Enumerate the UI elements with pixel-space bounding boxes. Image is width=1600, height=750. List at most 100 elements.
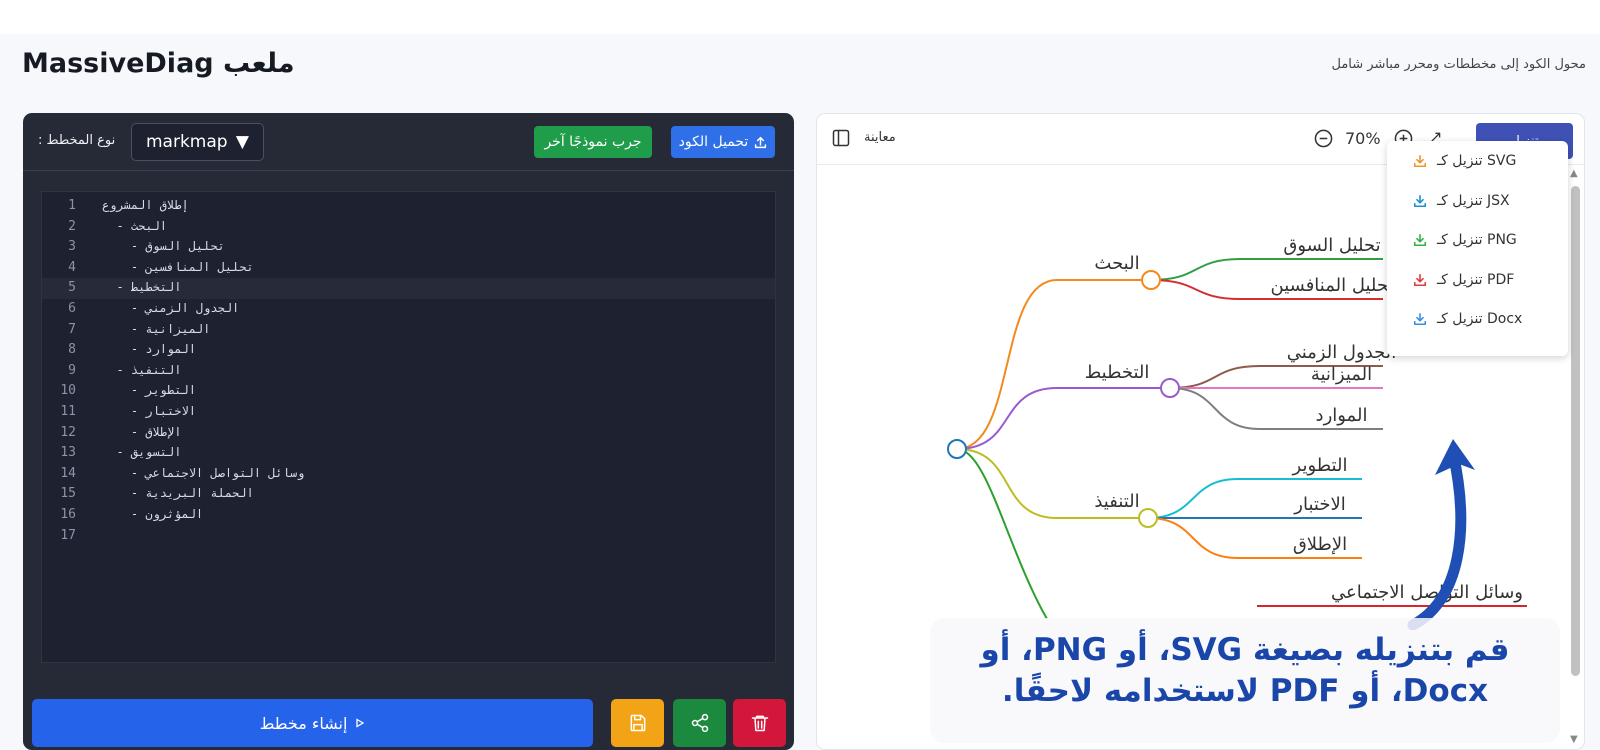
line-number: 6 [68,301,76,316]
branch-node [1141,270,1161,290]
code-text: - التنفيذ [102,362,182,377]
line-number: 1 [68,198,76,213]
download-menu-label: تنزيل كـ JSX [1437,192,1510,209]
diagram-type-value: markmap [146,132,228,152]
code-text: - تحليل السوق [102,239,225,254]
download-menu-item[interactable]: تنزيل كـ JSX [1413,189,1510,213]
scroll-thumb[interactable] [1571,186,1580,676]
code-line[interactable]: 6 - الجدول الزمني [42,299,775,320]
callout-arrow-icon [1407,439,1475,630]
code-line[interactable]: 9 - التنفيذ [42,361,775,382]
code-line[interactable]: 17 [42,526,775,547]
child-label: الإطلاق [1293,534,1347,555]
code-line[interactable]: 2 - البحث [42,217,775,238]
zoom-out-icon[interactable] [1314,129,1333,148]
root-node [947,439,967,459]
code-line[interactable]: 13 - التسويق [42,443,775,464]
child-label: الاختبار [1293,494,1345,515]
generate-diagram-button[interactable]: إنشاء مخطط [32,699,593,747]
line-number: 10 [60,383,76,399]
sample-button-label: جرب نموذجًا آخر [544,134,642,150]
child-label: تحليل السوق [1283,235,1380,256]
save-icon [630,714,645,732]
code-area[interactable]: 1 إطلاق المشروع 2 - البحث 3 - تحليل السوق 4 … [41,191,776,663]
child-label: الجدول الزمني [1287,342,1397,363]
code-line[interactable]: 10 - التطوير [42,381,775,402]
preview-scrollbar[interactable]: ▲ ▼ [1569,168,1581,749]
editor-toolbar: تحميل الكود جرب نموذجًا آخر markmap ▼ نو… [23,113,794,171]
code-line[interactable]: 11 - الاختبار [42,402,775,423]
branch-node [1160,378,1180,398]
line-number: 4 [68,259,76,275]
upload-code-button[interactable]: تحميل الكود [671,126,775,158]
code-line[interactable]: 14 - وسائل التواصل الاجتماعي [42,464,775,485]
callout-text: قم بتنزيله بصيغة SVG، أو PNG، أو Docx، أ… [980,632,1510,709]
code-line[interactable]: 15 - الحملة البريدية [42,484,775,505]
code-line[interactable]: 8 - الموارد [42,340,775,361]
code-text: - التخطيط [102,280,182,295]
code-text: - البحث [102,218,168,233]
download-menu-label: تنزيل كـ PDF [1437,271,1515,288]
delete-button[interactable] [733,699,786,747]
code-text: - الميزانية [102,321,211,336]
app-title: MassiveDiag ملعب [22,48,295,79]
download-menu-label: تنزيل كـ SVG [1437,153,1517,169]
code-line[interactable]: 1 إطلاق المشروع [42,196,775,217]
code-text: - التسويق [102,445,182,460]
download-icon [1413,273,1427,286]
download-menu: تنزيل كـ SVG تنزيل كـ JSX تنزيل كـ PNG تنزي… [1387,141,1568,356]
upload-button-label: تحميل الكود [678,134,749,150]
sidebar-toggle-icon[interactable] [832,129,850,147]
line-number: 17 [60,527,76,543]
code-line[interactable]: 12 - الإطلاق [42,423,775,444]
scroll-up-icon[interactable]: ▲ [1570,168,1578,179]
share-icon [691,713,708,733]
code-line[interactable]: 5 - التخطيط [42,278,775,300]
download-menu-item[interactable]: تنزيل كـ SVG [1413,149,1516,173]
line-number: 12 [60,424,76,440]
download-icon [1413,312,1427,326]
line-number: 14 [60,465,76,481]
code-text: - الاختبار [102,404,196,418]
download-menu-item[interactable]: تنزيل كـ PNG [1413,228,1517,252]
branch-label: التنفيذ [1094,491,1139,512]
code-text: - الإطلاق [102,424,182,439]
code-text: - تحليل المنافسين [102,259,254,274]
try-sample-button[interactable]: جرب نموذجًا آخر [534,126,652,158]
code-line[interactable]: 4 - تحليل المنافسين [42,258,775,279]
code-text: - الجدول الزمني [102,301,240,315]
code-line[interactable]: 3 - تحليل السوق [42,237,775,258]
caret-down-icon: ▼ [235,132,249,152]
code-text: - وسائل التواصل الاجتماعي [102,465,305,480]
callout-banner: قم بتنزيله بصيغة SVG، أو PNG، أو Docx، أ… [930,618,1560,743]
upload-icon [755,136,767,148]
line-number: 13 [60,445,76,461]
child-label: الميزانية [1311,364,1372,385]
download-icon [1413,194,1427,207]
line-number: 16 [60,507,76,522]
line-number: 11 [60,404,76,419]
download-menu-label: تنزيل كـ Docx [1437,311,1523,327]
top-strip [0,0,1600,34]
zoom-level: 70% [1345,129,1381,148]
code-line[interactable]: 7 - الميزانية [42,320,775,341]
branch-node [1138,508,1158,528]
save-button[interactable] [611,699,664,747]
play-icon [356,718,365,728]
branch-link [956,387,1170,450]
scroll-down-icon[interactable]: ▼ [1570,734,1578,745]
download-menu-item[interactable]: تنزيل كـ Docx [1413,307,1522,331]
line-number: 5 [68,280,76,296]
line-number: 2 [68,218,76,234]
code-text: - التطوير [102,383,196,398]
share-button[interactable] [673,699,726,747]
diagram-type-label: نوع المخطط : [38,133,116,148]
download-icon [1413,154,1427,168]
code-line[interactable]: 16 - المؤثرون [42,505,775,526]
preview-label: معاينة [864,130,896,145]
download-menu-item[interactable]: تنزيل كـ PDF [1413,268,1514,292]
code-text: إطلاق المشروع [102,198,189,212]
download-menu-label: تنزيل كـ PNG [1437,232,1517,248]
diagram-type-select[interactable]: markmap ▼ [131,123,264,161]
line-number: 8 [68,342,76,358]
